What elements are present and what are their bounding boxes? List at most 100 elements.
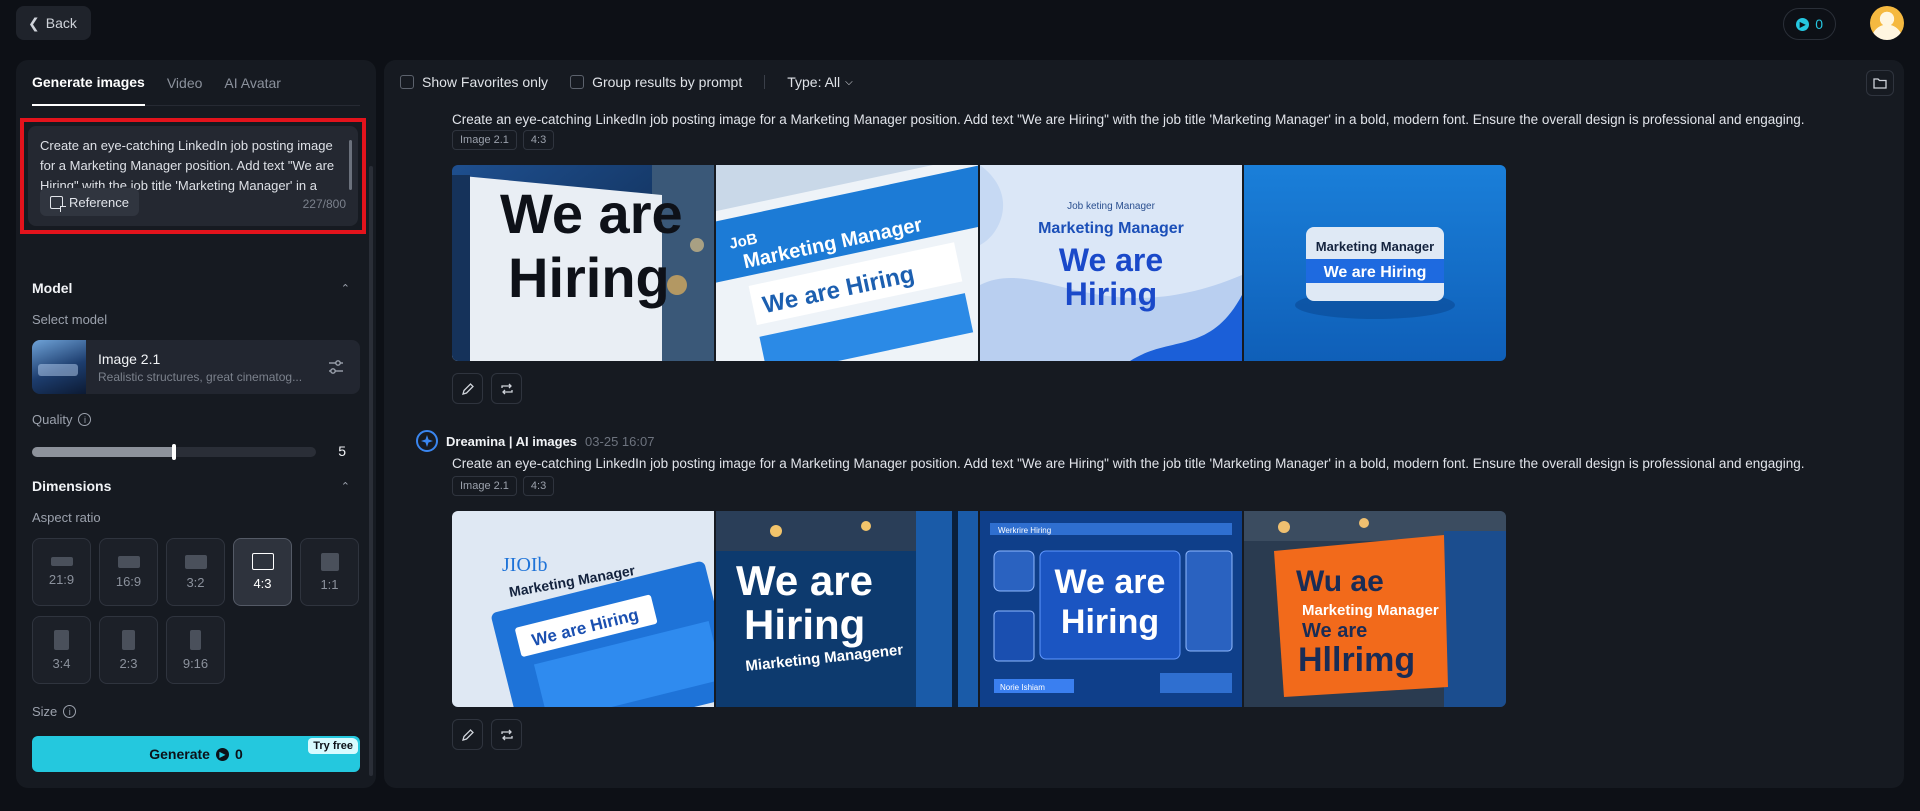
- favorites-filter[interactable]: Show Favorites only: [400, 74, 548, 90]
- type-dropdown[interactable]: Type: All ⌵: [787, 74, 853, 90]
- sliders-icon[interactable]: [328, 359, 344, 375]
- model-tag: Image 2.1: [452, 476, 517, 496]
- dimensions-section-title: Dimensions: [32, 478, 112, 494]
- tab-video[interactable]: Video: [167, 60, 203, 106]
- ratio-label: 4:3: [253, 576, 272, 591]
- image-text: Hiring: [744, 601, 865, 648]
- result-tags: Image 2.1 4:3: [452, 476, 555, 496]
- ratio-shape-icon: [122, 629, 135, 650]
- result-image[interactable]: JoB Marketing Manager We are Hiring: [716, 165, 978, 361]
- ratio-shape-icon: [54, 629, 69, 650]
- ratio-1-1[interactable]: 1:1: [300, 538, 359, 606]
- favorites-checkbox[interactable]: [400, 75, 414, 89]
- credits-count: 0: [1815, 16, 1823, 32]
- edit-button[interactable]: [452, 373, 483, 404]
- left-panel-scrollbar[interactable]: [369, 166, 373, 776]
- tab-ai-avatar[interactable]: AI Avatar: [224, 60, 281, 106]
- dreamina-logo-icon: [416, 430, 438, 452]
- ratio-3-2[interactable]: 3:2: [166, 538, 225, 606]
- info-icon[interactable]: i: [78, 413, 92, 426]
- ratio-label: 16:9: [115, 573, 142, 589]
- ratio-label: 3:2: [186, 574, 205, 590]
- ratio-3-4[interactable]: 3:4: [32, 616, 91, 684]
- regenerate-button[interactable]: [491, 719, 522, 750]
- favorites-label: Show Favorites only: [422, 74, 549, 90]
- result-image[interactable]: Wu ae Marketing Manager We are Hllrimg: [1244, 511, 1506, 707]
- group-label: Group results by prompt: [592, 74, 743, 90]
- ratio-shape-icon: [184, 554, 207, 569]
- tab-generate-images[interactable]: Generate images: [32, 60, 145, 106]
- ratio-16-9[interactable]: 16:9: [99, 538, 158, 606]
- user-avatar[interactable]: [1870, 6, 1904, 40]
- image-text: Hllrimg: [1298, 641, 1415, 679]
- prompt-input[interactable]: Create an eye-catching LinkedIn job post…: [28, 126, 358, 226]
- ratio-label: 2:3: [119, 655, 138, 671]
- ratio-2-3[interactable]: 2:3: [99, 616, 158, 684]
- image-text: JIOIb: [502, 554, 548, 576]
- ratio-label: 1:1: [320, 576, 339, 592]
- credits-pill[interactable]: ▶ 0: [1783, 8, 1836, 40]
- result-image[interactable]: Job keting Manager Marketing Manager We …: [980, 165, 1242, 361]
- image-text: Job keting Manager: [1067, 201, 1156, 212]
- result-image[interactable]: Marketing Manager We are Hiring: [1244, 165, 1506, 361]
- generate-button[interactable]: Generate ▶ 0 Try free: [32, 736, 360, 772]
- filter-divider: [764, 75, 766, 89]
- group-filter[interactable]: Group results by prompt: [570, 74, 742, 90]
- generate-label: Generate: [149, 746, 210, 762]
- image-text: Marketing Manager: [1316, 239, 1434, 254]
- image-text: Hiring: [1065, 276, 1157, 312]
- model-selector[interactable]: Image 2.1 Realistic structures, great ci…: [32, 340, 360, 394]
- image-plus-icon: [50, 195, 66, 212]
- image-text: We are: [1302, 620, 1367, 642]
- size-label-row: Size i: [32, 704, 77, 719]
- result-image[interactable]: We are Hiring Miarketing Managener: [716, 511, 978, 707]
- chevron-up-icon[interactable]: ⌃: [341, 282, 350, 295]
- chevron-left-icon: ❮: [28, 14, 40, 31]
- ratio-label: 21:9: [48, 572, 75, 587]
- select-model-label: Select model: [32, 312, 108, 327]
- quality-slider[interactable]: [32, 444, 316, 460]
- result-image[interactable]: Werkrire Hiring We are Hiring Norie Ishi…: [980, 511, 1242, 707]
- try-free-badge: Try free: [308, 738, 358, 754]
- ratio-21-9[interactable]: 21:9: [32, 538, 91, 606]
- result-image[interactable]: We are Hiring: [452, 165, 714, 361]
- result-brand: Dreamina | AI images: [446, 433, 578, 449]
- image-text: We are: [736, 557, 873, 604]
- image-text: Hiring: [508, 246, 670, 309]
- model-thumbnail: [32, 340, 86, 394]
- reference-button[interactable]: Reference: [40, 188, 139, 216]
- edit-button[interactable]: [452, 719, 483, 750]
- regenerate-button[interactable]: [491, 373, 522, 404]
- quality-slider-handle[interactable]: [172, 444, 176, 460]
- back-button[interactable]: ❮ Back: [16, 6, 91, 40]
- credit-coin-icon: ▶: [215, 747, 229, 761]
- ratio-shape-icon: [117, 555, 140, 568]
- prompt-scrollbar[interactable]: [349, 140, 352, 190]
- result-prompt: Create an eye-catching LinkedIn job post…: [452, 456, 1805, 471]
- result-actions: [452, 373, 522, 404]
- prompt-highlight: Create an eye-catching LinkedIn job post…: [20, 118, 366, 234]
- result-images: We are Hiring JoB Marketing Manager We a…: [452, 165, 1506, 361]
- image-text: We are: [1059, 242, 1163, 278]
- filter-bar: Show Favorites only Group results by pro…: [384, 60, 1904, 104]
- info-icon[interactable]: i: [63, 705, 77, 718]
- ratio-9-16[interactable]: 9:16: [166, 616, 225, 684]
- image-text: Wu ae: [1296, 565, 1384, 598]
- group-checkbox[interactable]: [570, 75, 585, 89]
- result-images: We are Hiring JIOIb Marketing Manager We…: [452, 511, 1506, 707]
- char-count: 227/800: [302, 197, 346, 211]
- generate-cost: 0: [234, 746, 243, 762]
- image-text: Hiring: [1061, 603, 1159, 641]
- ratio-shape-icon: [190, 629, 201, 650]
- quality-value: 5: [338, 443, 346, 459]
- chevron-down-icon: ⌵: [845, 76, 853, 88]
- chevron-up-icon[interactable]: ⌃: [341, 480, 350, 493]
- result-header: Dreamina | AI images 03-25 16:07: [416, 430, 654, 452]
- result-image[interactable]: We are Hiring JIOIb Marketing Manager: [452, 511, 714, 707]
- folder-button[interactable]: [1866, 70, 1894, 96]
- ratio-label: 9:16: [182, 655, 209, 671]
- ratio-tag: 4:3: [522, 476, 555, 496]
- model-name: Image 2.1: [98, 350, 161, 367]
- ratio-4-3[interactable]: 4:3: [233, 538, 292, 606]
- model-description: Realistic structures, great cinematog...: [98, 369, 303, 384]
